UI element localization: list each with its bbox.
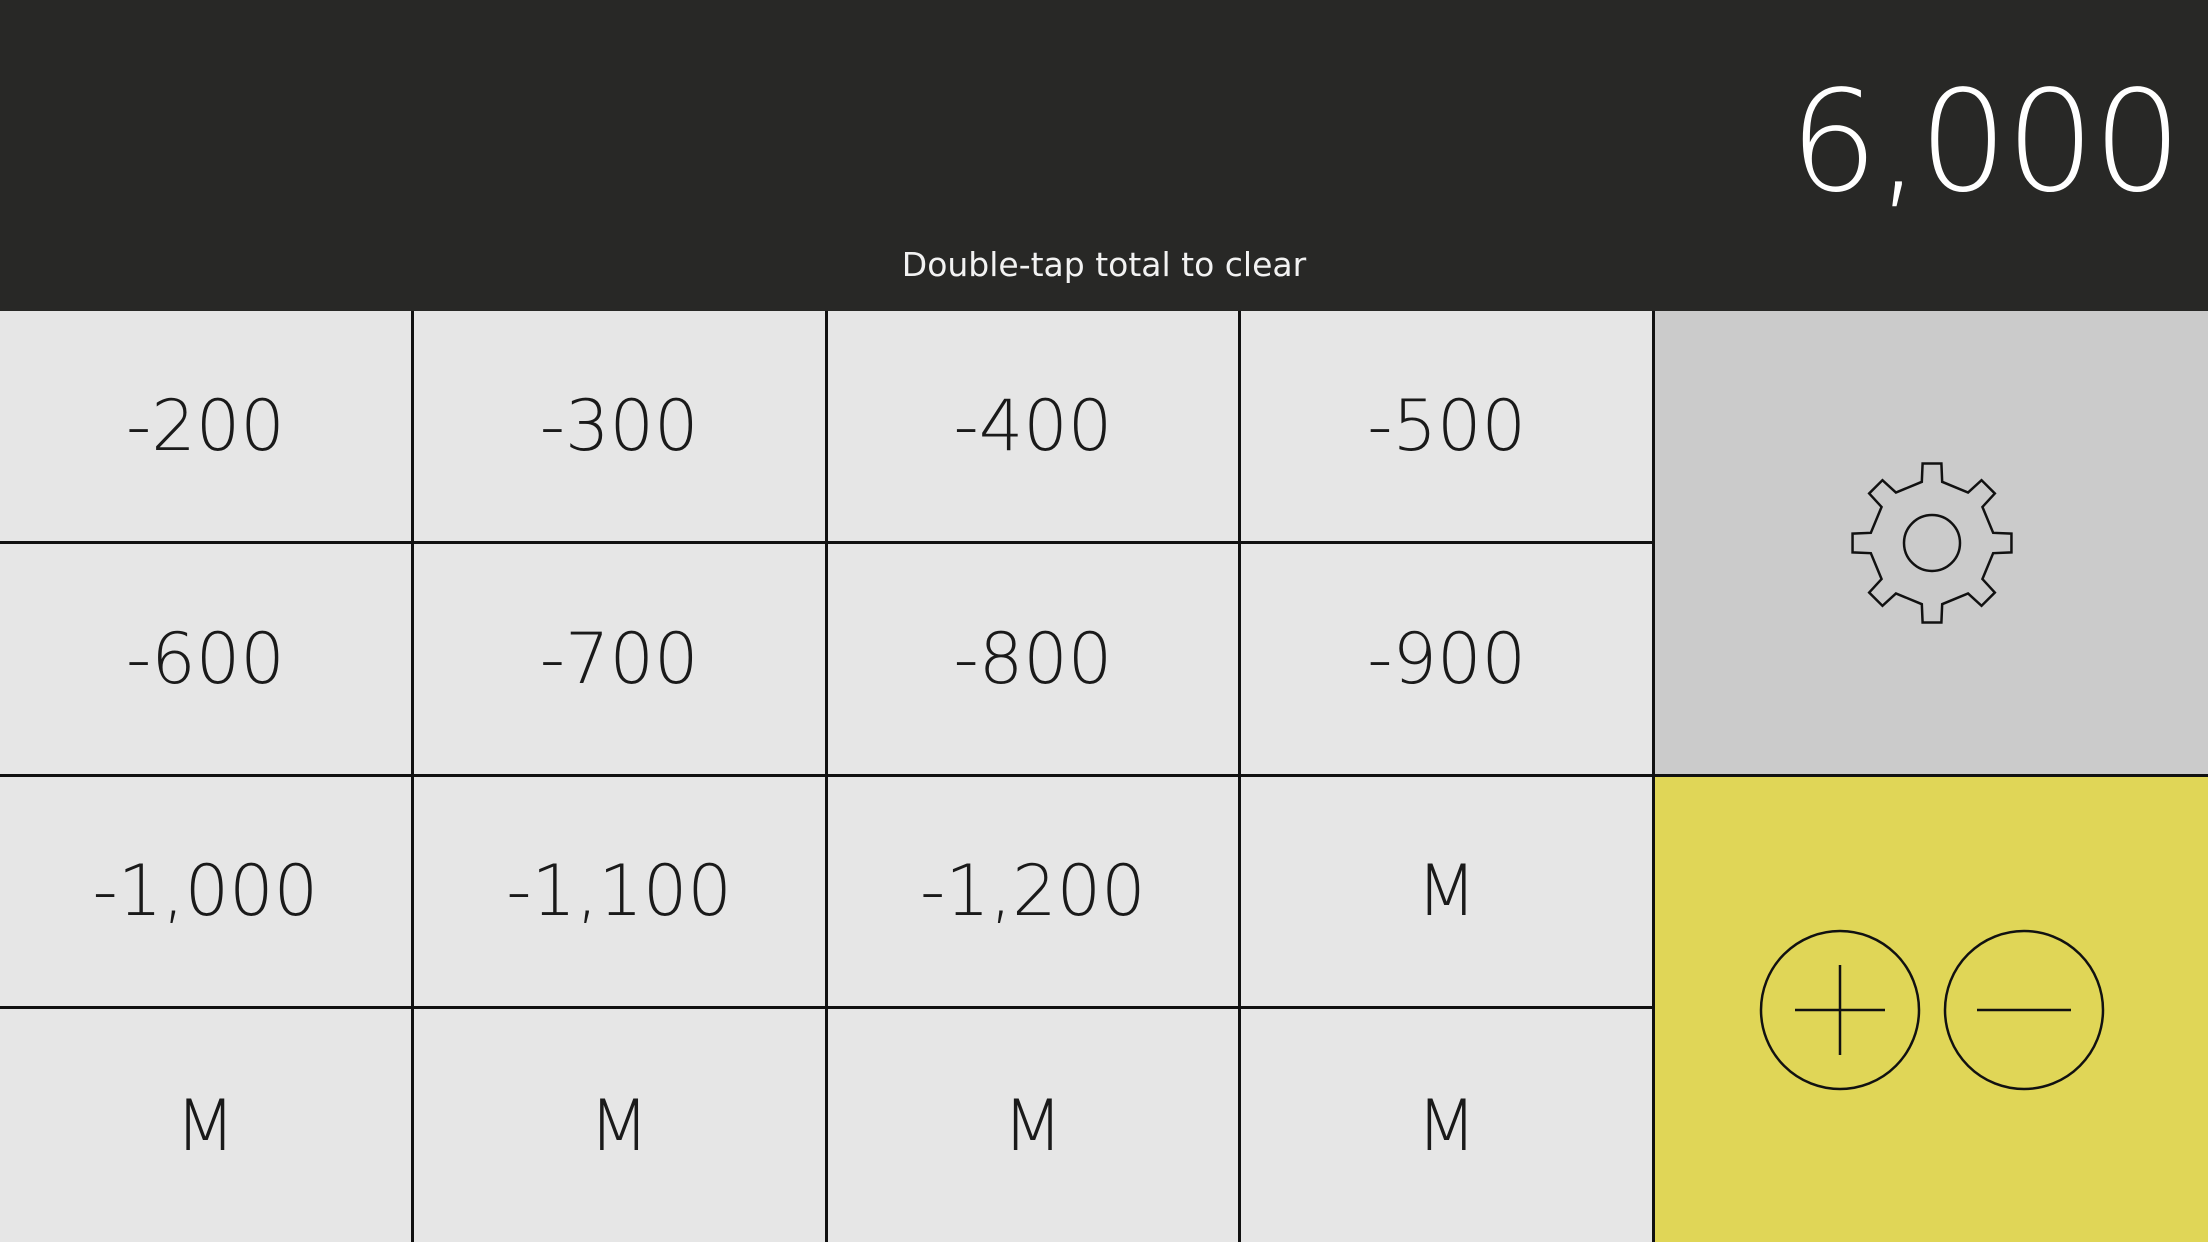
gear-icon bbox=[1850, 461, 2013, 624]
memory-key[interactable]: M bbox=[1241, 1009, 1655, 1242]
memory-key[interactable]: M bbox=[1241, 776, 1655, 1010]
key-minus-700[interactable]: -700 bbox=[413, 543, 828, 777]
keypad: -200 -300 -400 -500 -600 -700 -800 -900 … bbox=[0, 311, 1655, 1242]
clear-hint: Double-tap total to clear bbox=[901, 245, 1307, 284]
sign-toggle-panel bbox=[1655, 777, 2208, 1242]
minus-circle-icon[interactable] bbox=[1943, 929, 2105, 1091]
memory-key[interactable]: M bbox=[828, 1009, 1242, 1242]
memory-key[interactable]: M bbox=[414, 1009, 828, 1242]
plus-circle-icon[interactable] bbox=[1759, 929, 1921, 1091]
key-minus-1100[interactable]: -1,100 bbox=[413, 776, 828, 1010]
display-panel: 6,000 Double-tap total to clear bbox=[0, 0, 2208, 311]
settings-button[interactable] bbox=[1655, 311, 2208, 777]
key-minus-400[interactable]: -400 bbox=[827, 311, 1242, 544]
key-minus-600[interactable]: -600 bbox=[0, 543, 414, 777]
memory-key[interactable]: M bbox=[0, 1009, 414, 1242]
key-minus-900[interactable]: -900 bbox=[1241, 543, 1655, 777]
total-display[interactable]: 6,000 bbox=[1789, 58, 2182, 228]
key-minus-800[interactable]: -800 bbox=[827, 543, 1242, 777]
key-minus-200[interactable]: -200 bbox=[0, 311, 414, 544]
key-minus-300[interactable]: -300 bbox=[413, 311, 828, 544]
key-minus-500[interactable]: -500 bbox=[1241, 311, 1655, 544]
key-minus-1000[interactable]: -1,000 bbox=[0, 776, 414, 1010]
calculator-app: 6,000 Double-tap total to clear -200 -30… bbox=[0, 0, 2208, 1242]
key-minus-1200[interactable]: -1,200 bbox=[827, 776, 1242, 1010]
